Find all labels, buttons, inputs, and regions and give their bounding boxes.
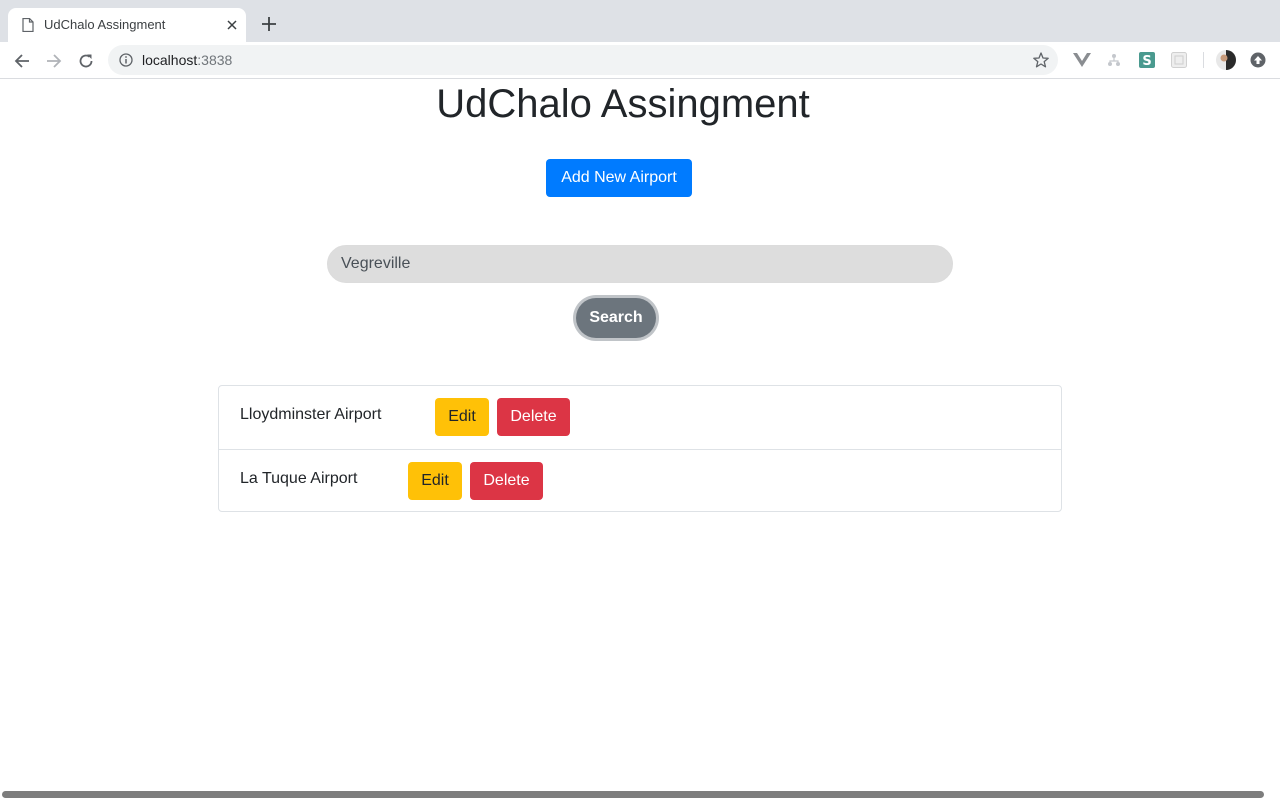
airport-name: La Tuque Airport xyxy=(240,470,358,487)
avatar[interactable] xyxy=(1216,50,1236,70)
edit-button[interactable]: Edit xyxy=(435,398,489,436)
new-tab-icon[interactable] xyxy=(259,14,279,34)
extension-tree-icon[interactable] xyxy=(1105,51,1123,69)
horizontal-scrollbar[interactable] xyxy=(2,791,1264,798)
page-title: UdChalo Assingment xyxy=(436,82,810,126)
browser-tab[interactable]: UdChalo Assingment xyxy=(8,8,246,42)
svg-text:S: S xyxy=(1142,54,1151,68)
browser-tab-strip: UdChalo Assingment xyxy=(0,0,1280,42)
reload-icon[interactable] xyxy=(75,50,97,72)
bookmark-star-icon[interactable] xyxy=(1032,51,1050,69)
airport-list: Lloydminster Airport Edit Delete La Tuqu… xyxy=(218,385,1062,512)
delete-button[interactable]: Delete xyxy=(497,398,570,436)
search-input[interactable] xyxy=(327,245,953,283)
list-item: Lloydminster Airport Edit Delete xyxy=(219,386,1061,449)
airport-name: Lloydminster Airport xyxy=(240,406,382,423)
extension-s-icon[interactable]: S xyxy=(1138,51,1156,69)
update-icon[interactable] xyxy=(1249,51,1267,69)
close-icon[interactable] xyxy=(224,17,240,33)
browser-toolbar: localhost:3838 S xyxy=(0,42,1280,79)
page-icon xyxy=(22,17,34,33)
info-icon[interactable] xyxy=(119,53,133,67)
url-port: :3838 xyxy=(197,52,233,68)
toolbar-separator xyxy=(1203,52,1204,68)
search-button[interactable]: Search xyxy=(576,298,656,338)
list-item: La Tuque Airport Edit Delete xyxy=(219,449,1061,512)
tab-title: UdChalo Assingment xyxy=(44,17,166,32)
add-new-airport-button[interactable]: Add New Airport xyxy=(546,159,692,197)
url-text: localhost:3838 xyxy=(142,52,232,68)
edit-button[interactable]: Edit xyxy=(408,462,462,500)
vue-devtools-icon[interactable] xyxy=(1073,51,1091,69)
address-bar[interactable]: localhost:3838 xyxy=(108,45,1058,75)
back-icon[interactable] xyxy=(11,50,33,72)
forward-icon[interactable] xyxy=(43,50,65,72)
delete-button[interactable]: Delete xyxy=(470,462,543,500)
extension-grid-icon[interactable] xyxy=(1170,51,1188,69)
url-host: localhost xyxy=(142,52,198,68)
